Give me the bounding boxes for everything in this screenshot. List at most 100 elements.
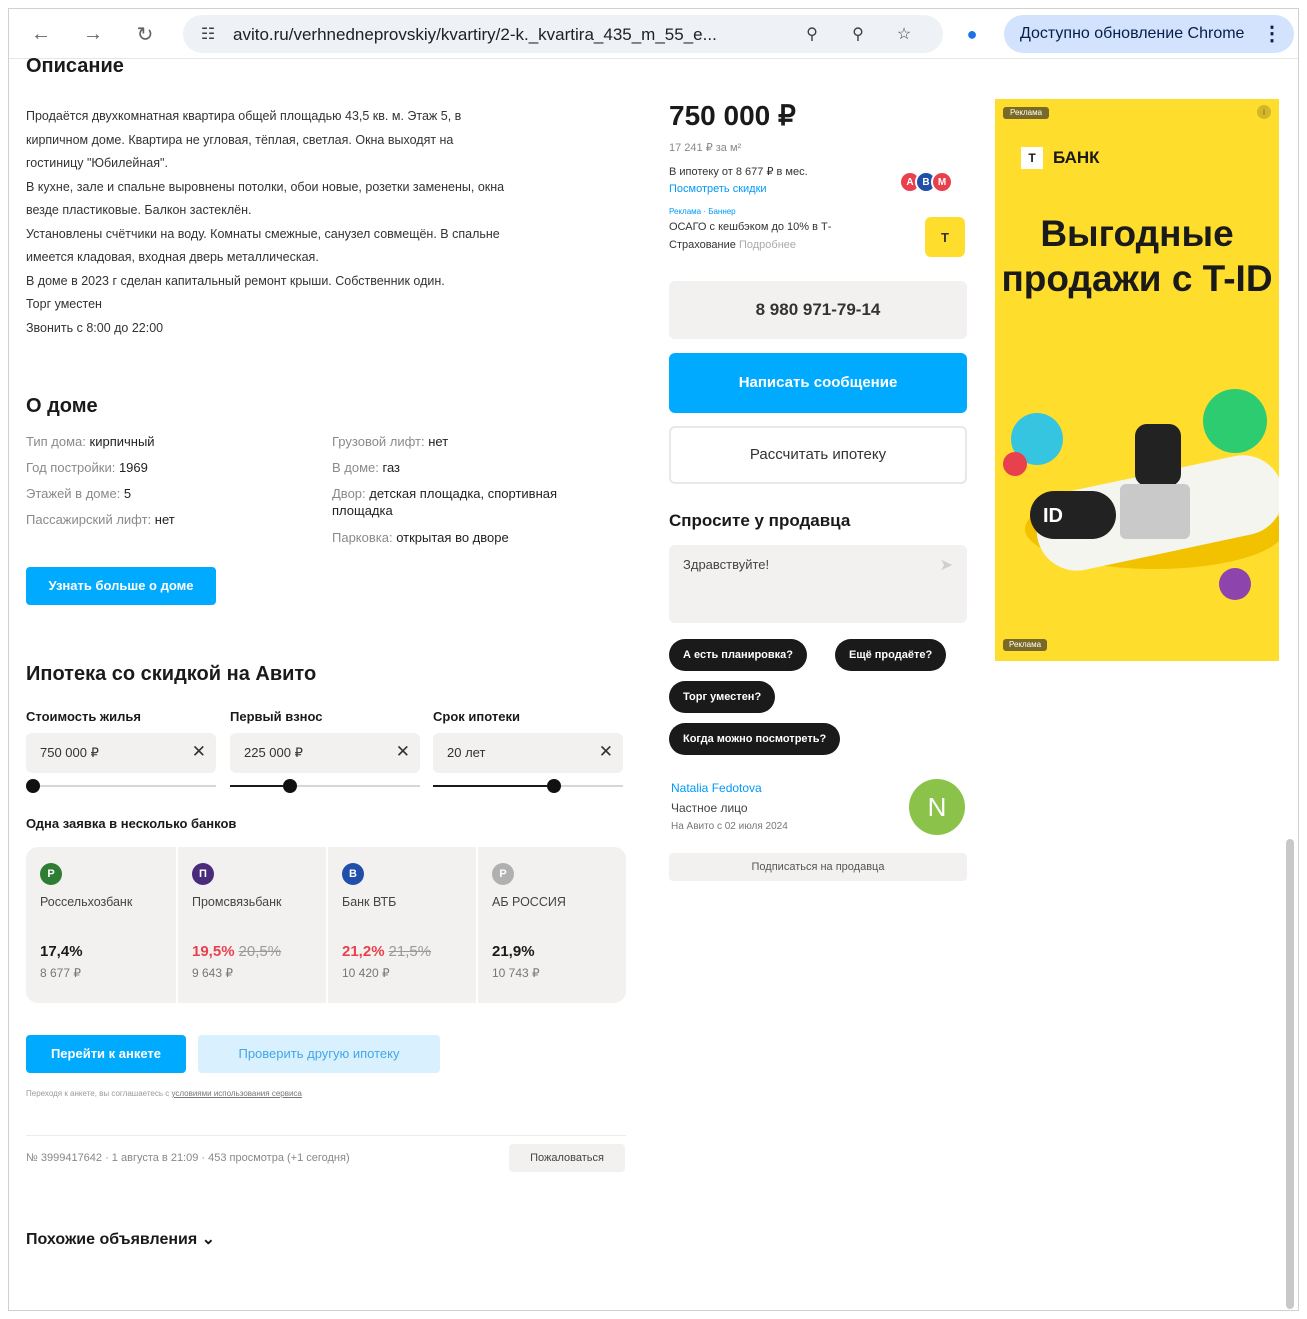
info-icon[interactable]: i bbox=[1257, 105, 1271, 119]
calc-mortgage-button[interactable]: Рассчитать ипотеку bbox=[669, 426, 967, 484]
disclaimer-text: Переходя к анкете, вы соглашаетесь с bbox=[26, 1089, 172, 1098]
chevron-down-icon: ⌄ bbox=[201, 1231, 216, 1248]
mortgage-field-label: Первый взнос bbox=[230, 709, 323, 724]
phone-button[interactable]: 8 980 971-79-14 bbox=[669, 281, 967, 339]
insurance-more-link[interactable]: Подробнее bbox=[739, 239, 796, 251]
mortgage-disclaimer: Переходя к анкете, вы соглашаетесь с усл… bbox=[26, 1089, 302, 1098]
star-icon[interactable]: ☆ bbox=[893, 23, 915, 45]
mortgage-slider[interactable] bbox=[433, 779, 623, 793]
house-param-value: кирпичный bbox=[89, 434, 155, 449]
similar-listings-toggle[interactable]: Похожие объявления ⌄ bbox=[26, 1229, 215, 1249]
browser-toolbar: ← → ↻ ☷ avito.ru/verhnedneprovskiy/kvart… bbox=[9, 9, 1298, 59]
description-line: Установлены счётчики на воду. Комнаты см… bbox=[26, 226, 500, 241]
more-about-house-button[interactable]: Узнать больше о доме bbox=[26, 567, 216, 605]
quick-question-chip[interactable]: Когда можно посмотреть? bbox=[669, 723, 841, 755]
house-param-value: открытая во дворе bbox=[396, 530, 509, 545]
seller-since: На Авито с 02 июля 2024 bbox=[671, 821, 788, 832]
more-menu-icon[interactable]: ⋮ bbox=[1262, 15, 1282, 53]
description-line: В кухне, зале и спальне выровнены потолк… bbox=[26, 179, 505, 194]
send-icon[interactable]: ➤ bbox=[940, 555, 953, 575]
profile-icon[interactable]: ● bbox=[959, 21, 985, 47]
bank-rate-value: 17,4% bbox=[40, 943, 83, 960]
description-line: Звонить с 8:00 до 22:00 bbox=[26, 320, 164, 335]
clear-icon[interactable]: ✕ bbox=[192, 742, 206, 762]
address-bar[interactable]: ☷ avito.ru/verhnedneprovskiy/kvartiry/2-… bbox=[183, 15, 943, 53]
bank-offer-card[interactable]: П Промсвязьбанк 19,5% 20,5% 9 643 ₽ bbox=[176, 847, 326, 1003]
slider-knob[interactable] bbox=[282, 779, 297, 793]
bank-name: Банк ВТБ bbox=[342, 895, 397, 909]
clear-icon[interactable]: ✕ bbox=[396, 742, 410, 762]
bank-old-rate: 20,5% bbox=[238, 943, 282, 960]
bank-offer-card[interactable]: Р Россельхозбанк 17,4% 8 677 ₽ bbox=[26, 847, 176, 1003]
write-message-button[interactable]: Написать сообщение bbox=[669, 353, 967, 413]
seller-name-link[interactable]: Natalia Fedotova bbox=[671, 781, 762, 795]
mortgage-input[interactable]: 20 лет ✕ bbox=[433, 733, 623, 773]
price: 750 000 ₽ bbox=[669, 100, 796, 131]
ad-title: Выгодные продажи с T-ID bbox=[1001, 213, 1273, 299]
house-param: Двор: детская площадка, спортивная площа… bbox=[332, 485, 612, 519]
slider-knob[interactable] bbox=[26, 779, 40, 793]
page-content: Описание Продаётся двухкомнатная квартир… bbox=[9, 55, 1298, 1310]
complain-button[interactable]: Пожаловаться bbox=[509, 1144, 625, 1172]
subscribe-seller-button[interactable]: Подписаться на продавца bbox=[669, 853, 967, 881]
disclaimer-link[interactable]: условиями использования сервиса bbox=[171, 1089, 301, 1098]
bank-payment: 10 420 ₽ bbox=[342, 966, 390, 980]
bank-rate: 19,5% 20,5% bbox=[192, 943, 312, 960]
similar-label: Похожие объявления bbox=[26, 1231, 198, 1248]
house-param-value: детская площадка, спортивная площадка bbox=[332, 486, 558, 518]
mortgage-slider[interactable] bbox=[26, 779, 216, 793]
clear-icon[interactable]: ✕ bbox=[599, 742, 613, 762]
zoom-icon[interactable]: ⚲ bbox=[847, 23, 869, 45]
slider-fill bbox=[433, 785, 548, 787]
house-param: В доме: газ bbox=[332, 459, 612, 476]
insurance-label: Страхование bbox=[669, 239, 736, 251]
house-param: Пассажирский лифт: нет bbox=[26, 511, 316, 528]
banks-subheading: Одна заявка в несколько банков bbox=[26, 816, 237, 831]
bank-logo-icon: Р bbox=[40, 863, 62, 885]
location-off-icon[interactable]: ⚲ bbox=[801, 23, 823, 45]
house-param-key: Грузовой лифт: bbox=[332, 434, 425, 449]
check-other-mortgage-button[interactable]: Проверить другую ипотеку bbox=[198, 1035, 440, 1073]
scrollbar[interactable] bbox=[1286, 839, 1294, 1309]
ask-seller-input[interactable]: Здравствуйте! ➤ bbox=[669, 545, 967, 623]
slider-fill bbox=[230, 785, 283, 787]
forward-icon[interactable]: → bbox=[79, 20, 107, 48]
bank-badge-icon: М bbox=[931, 171, 953, 193]
site-info-icon[interactable]: ☷ bbox=[197, 23, 219, 45]
bank-old-rate: 21,5% bbox=[388, 943, 432, 960]
house-param-key: Тип дома: bbox=[26, 434, 86, 449]
mortgage-slider[interactable] bbox=[230, 779, 420, 793]
browser-window: ← → ↻ ☷ avito.ru/verhnedneprovskiy/kvart… bbox=[8, 8, 1299, 1311]
bank-name: Промсвязьбанк bbox=[192, 895, 282, 909]
tbank-logo-icon[interactable]: T bbox=[925, 217, 965, 257]
chrome-update-button[interactable]: Доступно обновление Chrome ⋮ bbox=[1004, 15, 1294, 53]
avatar[interactable]: N bbox=[909, 779, 965, 835]
apply-form-button[interactable]: Перейти к анкете bbox=[26, 1035, 186, 1073]
bank-offer-card[interactable]: Р АБ РОССИЯ 21,9% 10 743 ₽ bbox=[476, 847, 626, 1003]
tid-badge: ID bbox=[1043, 505, 1063, 527]
ad-brand: T БАНК bbox=[1021, 147, 1100, 169]
bank-logo-icon: В bbox=[342, 863, 364, 885]
house-param-value: нет bbox=[428, 434, 449, 449]
bank-offer-card[interactable]: В Банк ВТБ 21,2% 21,5% 10 420 ₽ bbox=[326, 847, 476, 1003]
bank-name: Россельхозбанк bbox=[40, 895, 133, 909]
house-heading: О доме bbox=[26, 395, 98, 417]
quick-question-chip[interactable]: Торг уместен? bbox=[669, 681, 776, 713]
ad-label: Реклама bbox=[1003, 107, 1049, 119]
back-icon[interactable]: ← bbox=[27, 20, 55, 48]
bank-payment: 9 643 ₽ bbox=[192, 966, 233, 980]
mortgage-input[interactable]: 225 000 ₽ ✕ bbox=[230, 733, 420, 773]
mortgage-input[interactable]: 750 000 ₽ ✕ bbox=[26, 733, 216, 773]
ad-banner[interactable]: Реклама i T БАНК Выгодные продажи с T-ID … bbox=[995, 99, 1279, 661]
insurance-text: Страхование Подробнее bbox=[669, 239, 796, 251]
slider-knob[interactable] bbox=[547, 779, 562, 793]
reload-icon[interactable]: ↻ bbox=[131, 20, 159, 48]
mortgage-input-value: 750 000 ₽ bbox=[40, 745, 99, 760]
offers-link[interactable]: Посмотреть скидки bbox=[669, 183, 767, 195]
description-line: Продаётся двухкомнатная квартира общей п… bbox=[26, 109, 462, 123]
url-text[interactable]: avito.ru/verhnedneprovskiy/kvartiry/2-k.… bbox=[233, 25, 793, 45]
quick-question-chip[interactable]: А есть планировка? bbox=[669, 639, 807, 671]
description-line: кирпичном доме. Квартира не угловая, тёп… bbox=[26, 132, 454, 147]
mortgage-input-value: 20 лет bbox=[447, 745, 486, 760]
quick-question-chip[interactable]: Ещё продаёте? bbox=[835, 639, 947, 671]
